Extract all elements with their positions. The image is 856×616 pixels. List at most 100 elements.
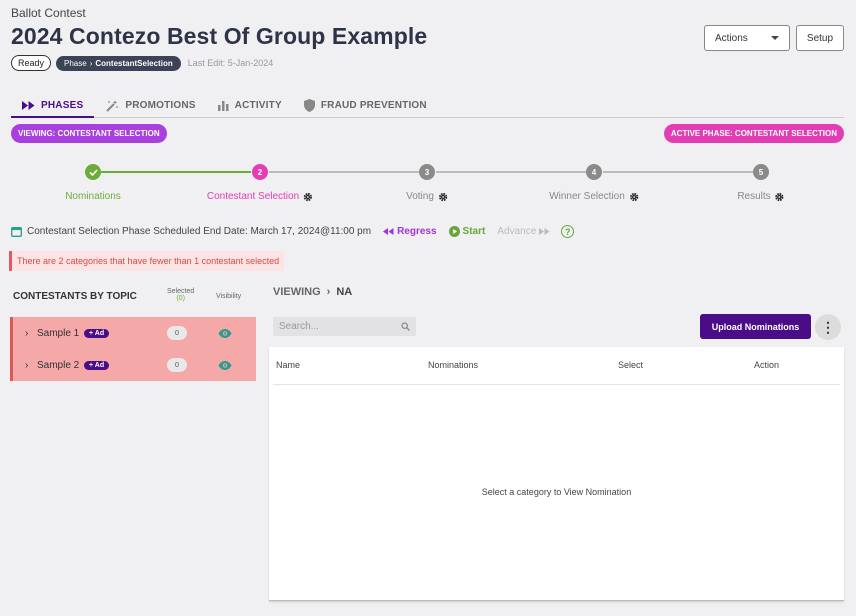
- empty-state-message: Select a category to View Nomination: [481, 487, 632, 497]
- rewind-icon: [383, 228, 394, 235]
- page-title: 2024 Contezo Best Of Group Example: [11, 23, 428, 49]
- step-label-text: Results: [737, 191, 771, 202]
- warning-alert: There are 2 categories that have fewer t…: [9, 251, 285, 271]
- last-edit-text: Last Edit: 5-Jan-2024: [187, 58, 274, 68]
- gear-icon[interactable]: [438, 192, 448, 202]
- chevron-right-icon[interactable]: ›: [25, 328, 28, 339]
- column-header-name[interactable]: Name: [276, 360, 300, 370]
- schedule-text: Contestant Selection Phase Scheduled End…: [27, 226, 372, 237]
- chevron-right-icon[interactable]: ›: [25, 360, 28, 371]
- actions-label: Actions: [715, 32, 748, 44]
- bar-chart-icon: [217, 101, 229, 111]
- topic-name: Sample 1: [37, 327, 80, 339]
- viewing-breadcrumb: VIEWING › NA: [273, 286, 352, 298]
- topic-name: Sample 2: [37, 359, 80, 371]
- step-4-label[interactable]: Winner Selection: [549, 191, 639, 202]
- nominations-table: Name Nominations Select Action Select a …: [269, 347, 844, 601]
- ad-badge-label: Ad: [94, 361, 105, 369]
- gear-icon[interactable]: [303, 192, 313, 202]
- step-label-text: Contestant Selection: [206, 191, 300, 202]
- tab-label: ACTIVITY: [234, 100, 282, 111]
- step-label-text: Nominations: [65, 191, 121, 202]
- topic-list: › Sample 1 + Ad 0 › Sample 2 + Ad 0: [10, 317, 256, 381]
- step-connector: [269, 171, 419, 173]
- actions-dropdown[interactable]: Actions: [704, 25, 790, 51]
- calendar-icon: [11, 227, 22, 237]
- column-header-select[interactable]: Select: [618, 360, 643, 370]
- step-4-circle[interactable]: 4: [586, 164, 602, 180]
- step-1-circle[interactable]: [85, 164, 101, 180]
- topics-title: CONTESTANTS BY TOPIC: [13, 291, 137, 302]
- gear-icon[interactable]: [775, 192, 785, 202]
- play-circle-icon: [448, 226, 460, 237]
- top-actions: Actions Setup: [704, 25, 844, 51]
- chevron-right-icon: ›: [326, 286, 331, 298]
- fast-forward-icon: [22, 100, 35, 110]
- header-divider: [273, 384, 840, 385]
- start-label: Start: [462, 226, 486, 237]
- advance-label: Advance: [497, 226, 537, 237]
- check-icon: [88, 168, 98, 176]
- active-phase-pill[interactable]: ACTIVE PHASE: CONTESTANT SELECTION: [663, 124, 844, 143]
- search-box: [273, 317, 416, 336]
- step-label-text: Winner Selection: [549, 191, 625, 202]
- setup-button[interactable]: Setup: [796, 25, 844, 51]
- start-button[interactable]: Start: [448, 226, 486, 237]
- breadcrumb[interactable]: Ballot Contest: [11, 6, 427, 20]
- list-item[interactable]: › Sample 2 + Ad 0: [13, 349, 259, 381]
- phase-badge: Phase › ContestantSelection: [56, 55, 181, 71]
- tab-phases[interactable]: PHASES: [11, 94, 95, 118]
- viewing-label: VIEWING: [273, 286, 321, 298]
- status-badge: Ready: [11, 55, 52, 71]
- tab-activity[interactable]: ACTIVITY: [207, 94, 293, 117]
- phase-badge-prefix: Phase: [64, 58, 87, 68]
- help-icon[interactable]: ?: [561, 225, 575, 238]
- search-icon[interactable]: [401, 322, 410, 331]
- header-meta: Ready Phase › ContestantSelection Last E…: [11, 55, 427, 71]
- step-connector: [101, 171, 251, 173]
- selected-count: (0): [176, 295, 185, 302]
- selected-count-badge: 0: [167, 326, 187, 340]
- eye-icon[interactable]: [218, 360, 232, 370]
- tab-promotions[interactable]: PROMOTIONS: [94, 94, 206, 117]
- gear-icon[interactable]: [629, 192, 639, 202]
- shield-icon: [303, 99, 315, 112]
- caret-down-icon: [771, 36, 779, 40]
- phase-stepper: 2 3 4 5 Nominations Contestant Selection…: [0, 160, 856, 208]
- ad-badge: + Ad: [84, 360, 110, 370]
- advance-button[interactable]: Advance: [497, 226, 550, 237]
- step-5-label[interactable]: Results: [737, 191, 784, 202]
- viewing-phase-pill[interactable]: VIEWING: CONTESTANT SELECTION: [11, 124, 167, 143]
- step-3-circle[interactable]: 3: [419, 164, 435, 180]
- column-header-action[interactable]: Action: [754, 360, 779, 370]
- more-options-icon[interactable]: ⋮: [815, 314, 841, 340]
- page-header: Ballot Contest 2024 Contezo Best Of Grou…: [11, 6, 427, 71]
- step-connector: [603, 171, 753, 173]
- upload-nominations-button[interactable]: Upload Nominations: [700, 314, 811, 339]
- viewing-value: NA: [336, 286, 353, 298]
- phase-badge-value: ContestantSelection: [95, 58, 173, 68]
- regress-button[interactable]: Regress: [383, 226, 437, 237]
- step-label-text: Voting: [406, 191, 434, 202]
- selected-count-badge: 0: [167, 358, 187, 372]
- step-connector: [436, 171, 586, 173]
- tab-fraud-prevention[interactable]: FRAUD PREVENTION: [293, 94, 438, 117]
- fast-forward-icon: [539, 228, 550, 235]
- magic-wand-icon: [106, 99, 119, 112]
- selected-header-label: Selected: [167, 288, 195, 295]
- ad-badge-label: Ad: [94, 329, 105, 337]
- search-input[interactable]: [279, 321, 389, 332]
- step-2-circle[interactable]: 2: [252, 164, 268, 180]
- step-2-label[interactable]: Contestant Selection: [207, 191, 313, 202]
- column-header-nominations[interactable]: Nominations: [428, 360, 478, 370]
- ad-badge: + Ad: [84, 328, 110, 338]
- step-5-circle[interactable]: 5: [753, 164, 769, 180]
- schedule-row: Contestant Selection Phase Scheduled End…: [11, 225, 575, 238]
- step-3-label[interactable]: Voting: [406, 191, 448, 202]
- step-1-label[interactable]: Nominations: [65, 191, 121, 202]
- tab-bar: PHASES PROMOTIONS ACTIVITY FRAUD PREVENT…: [11, 94, 844, 118]
- visibility-header: Visibility: [216, 293, 242, 300]
- list-item[interactable]: › Sample 1 + Ad 0: [13, 317, 259, 349]
- eye-icon[interactable]: [218, 328, 232, 338]
- regress-label: Regress: [397, 226, 437, 237]
